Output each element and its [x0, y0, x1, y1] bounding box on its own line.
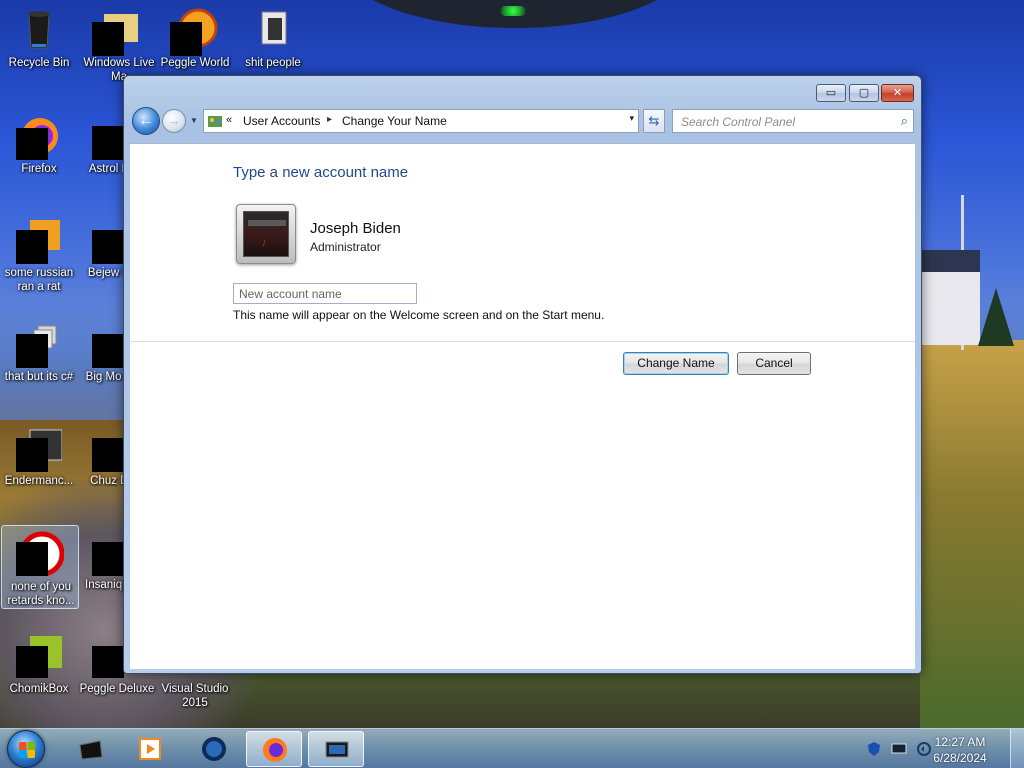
redaction-box [16, 438, 48, 472]
forward-button[interactable]: → [162, 109, 186, 133]
refresh-icon: ⇆ [648, 113, 660, 128]
breadcrumb-separator[interactable]: ▸ [327, 114, 332, 125]
desktop-icon-some-russian[interactable]: some russian ran a rat [0, 212, 78, 312]
clock-time: 12:27 AM [934, 735, 986, 749]
minimize-button[interactable]: ▭ [816, 84, 846, 102]
redaction-box [92, 542, 124, 576]
refresh-button[interactable]: ⇆ [643, 109, 665, 133]
wallpaper-hill [920, 340, 1024, 730]
wallpaper-roof [920, 250, 980, 272]
back-button[interactable]: ← [132, 107, 160, 135]
windows-logo-icon-lower [19, 750, 35, 758]
redaction-box [92, 230, 124, 264]
desktop-icon-label: none of you retards kno... [7, 581, 75, 607]
redaction-box [92, 22, 124, 56]
black-box-app-icon [76, 735, 104, 763]
desktop-icon-label: Recycle Bin [8, 57, 70, 69]
redaction-box [170, 22, 202, 56]
redaction-box [92, 646, 124, 678]
media-player-icon [136, 735, 164, 763]
desktop-icon-label: that but its c# [4, 371, 74, 383]
forward-arrow-icon: → [167, 113, 181, 128]
system-clock[interactable]: 12:27 AM 6/28/2024 [920, 734, 1000, 766]
address-bar[interactable]: « User Accounts ▸ Change Your Name ▾ [203, 109, 639, 133]
recycle-bin-icon [16, 6, 62, 52]
monitor-icon [323, 736, 351, 764]
taskbar-firefox[interactable] [246, 731, 302, 767]
back-arrow-icon: ← [138, 112, 154, 129]
taskbar-media-player[interactable] [122, 731, 178, 767]
firefox-icon [261, 736, 289, 764]
wallpaper-tree [978, 288, 1014, 346]
shield-tray-icon[interactable] [866, 741, 882, 757]
gadget-led [500, 6, 526, 16]
desktop-icon-firefox[interactable]: Firefox [0, 108, 78, 208]
control-panel-window: ▭ ▢ ✕ ← → ▼ « User Accounts ▸ Change You… [123, 75, 922, 674]
start-button[interactable] [7, 730, 45, 768]
maximize-button[interactable]: ▢ [849, 84, 879, 102]
taskbar-app-1[interactable] [62, 731, 118, 767]
desktop-icon-label: shit people [245, 57, 301, 69]
desktop-icon-label: Peggle Deluxe [79, 683, 155, 695]
picture-detail [248, 220, 286, 226]
search-icon[interactable]: ⌕ [901, 113, 908, 129]
avatar: / [236, 204, 296, 264]
desktop-icon-label: Peggle World [160, 57, 230, 69]
redaction-box [92, 438, 124, 472]
breadcrumb-user-accounts[interactable]: User Accounts [243, 114, 320, 128]
desktop-icon-label: Endermanc... [4, 475, 74, 487]
user-name: Joseph Biden [310, 220, 401, 237]
navigation-bar: ← → ▼ « User Accounts ▸ Change Your Name… [128, 106, 919, 136]
cancel-button[interactable]: Cancel [737, 352, 811, 375]
change-name-button[interactable]: Change Name [623, 352, 729, 375]
redaction-box [16, 334, 48, 368]
close-button[interactable]: ✕ [881, 84, 914, 102]
taskbar: 12:27 AM 6/28/2024 [0, 728, 1024, 768]
desktop-icon-label: ChomikBox [9, 683, 69, 695]
desktop-icon-label: some russian ran a rat [4, 267, 74, 293]
redaction-box [92, 334, 124, 368]
redaction-box [16, 230, 48, 264]
user-picture: / [243, 211, 289, 257]
folder-icon [250, 6, 296, 52]
desktop-icon-recycle-bin[interactable]: Recycle Bin [0, 2, 78, 102]
address-dropdown-icon[interactable]: ▾ [629, 113, 634, 124]
redaction-box [92, 126, 124, 160]
control-panel-icon [207, 113, 223, 129]
globe-icon [200, 735, 228, 763]
divider [130, 341, 915, 342]
name-hint-text: This name will appear on the Welcome scr… [233, 308, 605, 322]
new-account-name-input[interactable] [233, 283, 417, 304]
recent-pages-dropdown[interactable]: ▼ [188, 114, 200, 128]
page-title: Type a new account name [233, 164, 409, 181]
desktop-icon-endermanch[interactable]: Endermanc... [0, 420, 78, 520]
network-tray-icon[interactable] [891, 741, 907, 757]
taskbar-browser-globe[interactable] [186, 731, 242, 767]
search-placeholder: Search Control Panel [681, 115, 796, 129]
desktop-icon-chomikbox[interactable]: ChomikBox [0, 628, 78, 728]
user-role: Administrator [310, 240, 381, 254]
show-desktop-button[interactable] [1010, 729, 1024, 768]
breadcrumb-overflow[interactable]: « [226, 114, 232, 126]
desktop-icon-label: Firefox [21, 163, 57, 175]
desktop-icon-that-but-its-cs[interactable]: that but its c# [0, 316, 78, 416]
redaction-box [16, 128, 48, 160]
search-box[interactable]: Search Control Panel ⌕ [672, 109, 914, 133]
content-pane: Type a new account name / Joseph Biden A… [130, 143, 915, 669]
taskbar-remote-desktop[interactable] [308, 731, 364, 767]
redaction-box [16, 542, 48, 576]
redaction-box [16, 646, 48, 678]
picture-mark: / [263, 238, 266, 248]
breadcrumb-change-your-name[interactable]: Change Your Name [342, 114, 447, 128]
desktop-icon-label: Visual Studio 2015 [161, 683, 229, 709]
clock-date: 6/28/2024 [933, 751, 987, 765]
desktop-icon-none-of-you[interactable]: none of you retards kno... [1, 525, 79, 609]
